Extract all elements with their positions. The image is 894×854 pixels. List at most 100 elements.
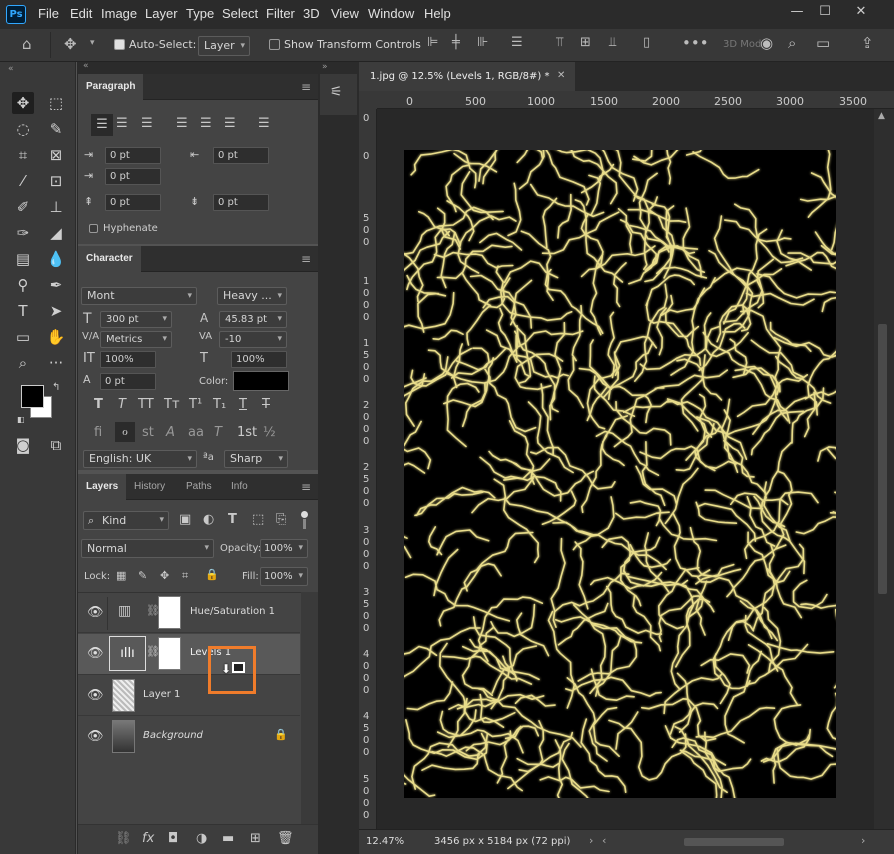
move-tool-icon[interactable]: ✥ [12, 92, 34, 114]
strikethrough-icon[interactable]: T [262, 397, 270, 412]
layer-row-hue-saturation[interactable]: 👁 ▥ ⛓ Hue/Saturation 1 [78, 593, 300, 633]
menu-3d[interactable]: 3D [303, 6, 320, 21]
tab-paths[interactable]: Paths [178, 474, 220, 500]
faux-italic-icon[interactable]: T [118, 397, 126, 412]
spot-heal-tool-icon[interactable]: ⊡ [45, 170, 67, 192]
layer-row-levels[interactable]: 👁 ıllı ⛓ Levels 1 [78, 634, 300, 674]
more-options-icon[interactable]: ••• [682, 34, 709, 52]
swap-colors-icon[interactable]: ↰ [52, 382, 60, 393]
fractions-icon[interactable]: ½ [263, 425, 276, 440]
ligatures-icon[interactable]: fi [94, 425, 102, 440]
lock-all-icon[interactable]: 🔒 [205, 568, 219, 581]
language-dropdown[interactable]: English: UK ▾ [83, 450, 197, 468]
space-before-field[interactable]: 0 pt [105, 194, 161, 211]
scroll-up-icon[interactable]: ▲ [878, 111, 885, 121]
font-style-dropdown[interactable]: Heavy ... ▾ [217, 287, 287, 305]
lock-transparency-icon[interactable]: ▦ [116, 569, 126, 582]
quick-select-tool-icon[interactable]: ✎ [45, 118, 67, 140]
justify-last-center-icon[interactable]: ☰ [200, 116, 212, 131]
layer-thumbnail[interactable] [112, 679, 135, 712]
panel-menu-icon[interactable]: ≡ [301, 480, 311, 494]
scroll-left-icon[interactable]: ‹ [602, 834, 606, 847]
layer-row-background[interactable]: 👁 Background 🔒 [78, 715, 300, 756]
menu-filter[interactable]: Filter [266, 6, 295, 21]
visibility-eye-icon[interactable]: 👁 [87, 646, 104, 661]
menu-window[interactable]: Window [368, 6, 414, 21]
close-tab-icon[interactable]: ✕ [557, 70, 565, 81]
horizontal-scale-field[interactable]: 100% [231, 351, 287, 368]
type-tool-icon[interactable]: T [12, 300, 34, 322]
text-color-swatch[interactable] [233, 371, 289, 391]
indent-left-field[interactable]: 0 pt [105, 147, 161, 164]
zoom-level[interactable]: 12.47% [366, 836, 404, 847]
history-brush-tool-icon[interactable]: ✑ [12, 222, 34, 244]
share-icon[interactable]: ⇪ [861, 34, 874, 52]
indent-right-field[interactable]: 0 pt [213, 147, 269, 164]
filter-type-icon[interactable]: T [228, 512, 237, 527]
stylistic-alternates-icon[interactable]: aa [188, 425, 204, 440]
collapse-icon[interactable]: « [83, 61, 89, 71]
auto-select-checkbox[interactable] [114, 39, 125, 50]
delete-layer-icon[interactable]: 🗑 [277, 831, 294, 846]
small-caps-icon[interactable]: Tт [164, 397, 180, 412]
new-adjustment-icon[interactable]: ◑ [196, 831, 207, 846]
discretionary-ligatures-icon[interactable]: ℴ [115, 422, 135, 442]
home-icon[interactable]: ⌂ [22, 35, 32, 53]
justify-last-left-icon[interactable]: ☰ [176, 116, 188, 131]
new-layer-icon[interactable]: ⊞ [250, 831, 261, 846]
layer-name[interactable]: Hue/Saturation 1 [190, 606, 275, 617]
align-middle-icon[interactable]: ⊞ [580, 35, 591, 50]
3d-orbit-icon[interactable]: ◉ [760, 34, 773, 52]
crop-tool-icon[interactable]: ⌗ [12, 144, 34, 166]
hand-tool-icon[interactable]: ✋ [45, 326, 67, 348]
opacity-field[interactable]: 100% ▾ [260, 539, 308, 558]
foreground-color-swatch[interactable] [21, 385, 44, 408]
kerning-field[interactable]: Metrics ▾ [100, 331, 172, 348]
layer-row-layer-1[interactable]: 👁 Layer 1 [78, 674, 300, 715]
font-size-field[interactable]: 300 pt ▾ [100, 311, 172, 328]
auto-select-target-dropdown[interactable]: Layer ▾ [198, 36, 250, 56]
properties-panel-button[interactable]: ⚟ [320, 74, 357, 115]
antialias-dropdown[interactable]: Sharp ▾ [224, 450, 288, 468]
ordinals-icon[interactable]: 1st [237, 425, 257, 440]
tab-character[interactable]: Character [78, 246, 141, 272]
eyedropper-tool-icon[interactable]: ⁄ [12, 170, 34, 192]
indent-first-line-field[interactable]: 0 pt [105, 168, 161, 185]
tab-paragraph[interactable]: Paragraph [78, 74, 144, 100]
quick-mask-icon[interactable]: ◙ [12, 434, 34, 456]
align-bottom-icon[interactable]: ⫫ [609, 35, 616, 50]
marquee-tool-icon[interactable]: ⬚ [45, 92, 67, 114]
menu-type[interactable]: Type [186, 6, 214, 21]
tab-document[interactable]: 1.jpg @ 12.5% (Levels 1, RGB/8#) * ✕ [359, 62, 575, 91]
justify-last-right-icon[interactable]: ☰ [224, 116, 236, 131]
filter-smart-object-icon[interactable]: ⎘ [276, 512, 286, 527]
visibility-eye-icon[interactable]: 👁 [87, 605, 104, 620]
distribute-icon[interactable]: ☰ [511, 35, 523, 50]
default-colors-icon[interactable]: ◧ [17, 415, 25, 424]
chevron-down-icon[interactable]: ▾ [90, 38, 95, 48]
filter-adjustment-icon[interactable]: ◐ [203, 512, 214, 527]
menu-help[interactable]: Help [424, 6, 451, 21]
maximize-icon[interactable]: ☐ [816, 3, 834, 21]
blend-mode-dropdown[interactable]: Normal ▾ [81, 539, 214, 558]
show-transform-checkbox[interactable] [269, 39, 280, 50]
status-menu-icon[interactable]: › [589, 834, 593, 847]
more-tools-icon[interactable]: ··· [45, 352, 67, 374]
align-top-icon[interactable]: ⫪ [556, 35, 563, 50]
font-family-dropdown[interactable]: Mont ▾ [81, 287, 197, 305]
layer-mask-thumbnail[interactable] [158, 596, 181, 629]
align-right-text-icon[interactable]: ☰ [141, 116, 153, 131]
gradient-tool-icon[interactable]: ▤ [12, 248, 34, 270]
faux-bold-icon[interactable]: T [94, 397, 103, 412]
screen-mode-icon[interactable]: ⧉ [45, 434, 67, 456]
horizontal-scrollbar-thumb[interactable] [684, 838, 784, 846]
layer-name[interactable]: Layer 1 [143, 689, 180, 700]
fx-icon[interactable]: fx [142, 831, 154, 846]
leading-field[interactable]: 45.83 pt ▾ [219, 311, 287, 328]
all-caps-icon[interactable]: TT [138, 397, 154, 412]
menu-image[interactable]: Image [101, 6, 137, 21]
panel-menu-icon[interactable]: ≡ [301, 252, 311, 266]
filter-toggle-icon[interactable] [301, 511, 309, 530]
zoom-tool-icon[interactable]: ⌕ [12, 352, 34, 374]
visibility-eye-icon[interactable]: 👁 [87, 688, 104, 703]
